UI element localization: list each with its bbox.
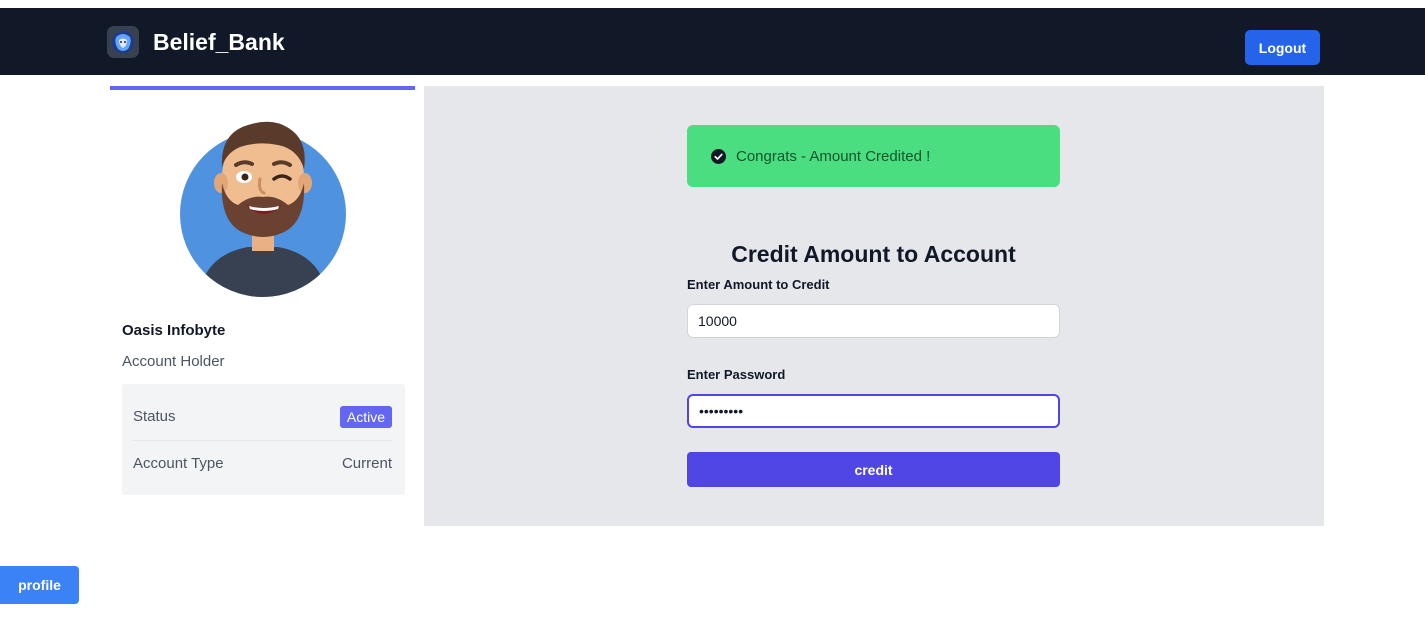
brand[interactable]: Belief_Bank xyxy=(107,26,285,58)
account-info-card: Status Active Account Type Current xyxy=(122,384,405,495)
password-input[interactable] xyxy=(687,394,1060,428)
account-type-label: Account Type xyxy=(133,455,224,472)
status-row: Status Active xyxy=(133,393,392,441)
success-alert: Congrats - Amount Credited ! xyxy=(687,125,1060,187)
password-label: Enter Password xyxy=(687,367,786,382)
amount-input[interactable] xyxy=(687,304,1060,338)
top-navbar: Belief_Bank Logout xyxy=(0,8,1425,75)
status-label: Status xyxy=(133,408,176,425)
lion-logo-icon xyxy=(107,26,139,58)
credit-button[interactable]: credit xyxy=(687,452,1060,487)
status-badge: Active xyxy=(339,405,392,428)
winking-man-avatar xyxy=(180,121,346,297)
form-title: Credit Amount to Account xyxy=(731,241,1016,267)
credit-panel: Congrats - Amount Credited ! Credit Amou… xyxy=(424,86,1324,526)
amount-label: Enter Amount to Credit xyxy=(687,277,830,292)
account-holder-name: Oasis Infobyte xyxy=(122,322,226,339)
account-holder-role: Account Holder xyxy=(122,353,225,370)
brand-name: Belief_Bank xyxy=(153,28,285,55)
account-type-value: Current xyxy=(341,455,392,472)
check-circle-icon xyxy=(711,148,726,164)
sidebar-accent-bar xyxy=(110,86,415,90)
profile-button[interactable]: profile xyxy=(0,566,79,604)
logout-button[interactable]: Logout xyxy=(1245,30,1320,65)
account-type-row: Account Type Current xyxy=(133,440,392,487)
alert-message: Congrats - Amount Credited ! xyxy=(736,147,931,165)
